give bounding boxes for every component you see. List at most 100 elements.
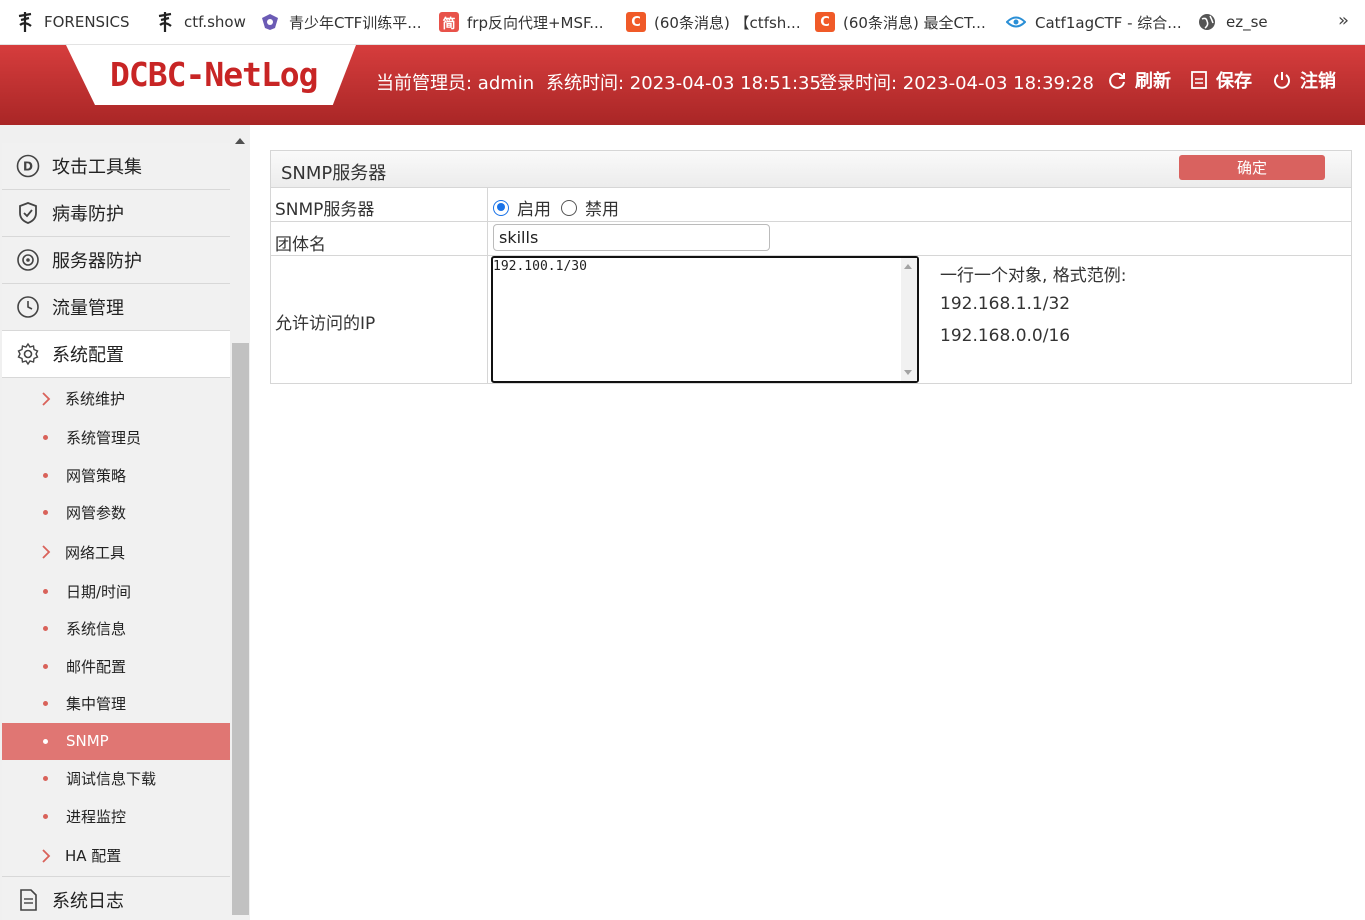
- bullet-icon: [43, 701, 48, 707]
- submenu-process-monitor[interactable]: 进程监控: [2, 798, 230, 836]
- chevron-right-icon: [42, 545, 51, 559]
- snmp-server-row: SNMP服务器 启用 禁用: [271, 188, 1351, 222]
- submenu-network-tools[interactable]: 网络工具: [2, 532, 230, 573]
- bookmarks-more-button[interactable]: »: [1338, 10, 1349, 31]
- snmp-radio-group: 启用 禁用: [493, 195, 619, 220]
- menu-antivirus[interactable]: 病毒防护: [2, 190, 230, 237]
- submenu-snmp[interactable]: SNMP: [2, 722, 230, 760]
- disable-radio[interactable]: 禁用: [561, 195, 619, 220]
- bookmark-ctfshow[interactable]: ctf.show: [154, 0, 259, 45]
- bookmark-qsnctf[interactable]: 青少年CTF训练平...: [259, 0, 439, 45]
- power-icon: [1274, 72, 1290, 89]
- bookmark-label: ctf.show: [184, 13, 246, 31]
- community-name-input[interactable]: [493, 224, 770, 251]
- d-circle-icon: D: [16, 154, 40, 178]
- bookmark-csdn-1[interactable]: C (60条消息) 【ctfsh...: [626, 0, 815, 45]
- bookmark-ez-se[interactable]: ez_se: [1196, 0, 1286, 45]
- bookmark-label: (60条消息) 最全CT...: [843, 13, 986, 32]
- submenu-system-info[interactable]: 系统信息: [2, 610, 230, 648]
- menu-system-config[interactable]: 系统配置: [2, 331, 230, 378]
- menu-server-protection[interactable]: 服务器防护: [2, 237, 230, 284]
- bullet-icon: [43, 813, 48, 819]
- logout-button[interactable]: 注销: [1272, 67, 1336, 93]
- submenu-label: 调试信息下载: [66, 770, 157, 789]
- allowed-ip-textarea[interactable]: 192.100.1/30: [493, 258, 901, 381]
- menu-system-log[interactable]: 系统日志: [2, 876, 230, 920]
- submenu-ha-config[interactable]: HA 配置: [2, 835, 230, 876]
- format-hint-example-1: 192.168.1.1/32: [940, 294, 1071, 314]
- bullet-icon: [43, 510, 48, 516]
- allowed-ip-field[interactable]: 192.100.1/30: [491, 256, 919, 383]
- submenu-label: SNMP: [66, 732, 109, 751]
- submenu-label: HA 配置: [65, 847, 122, 865]
- system-time: 系统时间: 2023-04-03 18:51:35: [546, 73, 821, 94]
- document-icon: [16, 888, 40, 912]
- refresh-button[interactable]: 刷新: [1107, 67, 1171, 93]
- bookmark-label: 青少年CTF训练平...: [289, 13, 422, 32]
- scroll-up-arrow-icon[interactable]: [235, 138, 245, 144]
- submenu-label: 网络工具: [65, 543, 126, 562]
- bullet-icon: [43, 663, 48, 669]
- sidebar-menu: D 攻击工具集 病毒防护 服务器防护 流量管理 系统配置 系统维护 系统管理员 …: [2, 143, 230, 920]
- snmp-panel: SNMP服务器 确定 SNMP服务器 启用 禁用 团体名 允许访问的IP 192…: [270, 150, 1352, 384]
- bookmark-frp[interactable]: 简 frp反向代理+MSF...: [439, 0, 626, 45]
- confirm-button[interactable]: 确定: [1179, 155, 1325, 180]
- bullet-icon: [43, 588, 48, 594]
- submenu-label: 网管策略: [66, 466, 127, 485]
- submenu-system-admins[interactable]: 系统管理员: [2, 419, 230, 457]
- clock-icon: [16, 295, 40, 319]
- radio-selected-icon: [493, 199, 509, 216]
- bookmark-label: ez_se: [1226, 13, 1268, 31]
- bullet-icon: [43, 626, 48, 632]
- target-icon: [16, 248, 40, 272]
- radio-unselected-icon: [561, 199, 577, 216]
- allowed-ip-row: 允许访问的IP 192.100.1/30 一行一个对象, 格式范例: 192.1…: [271, 256, 1351, 384]
- sidebar-scroll-thumb[interactable]: [232, 343, 249, 915]
- submenu-debug-download[interactable]: 调试信息下载: [2, 760, 230, 798]
- submenu-netmgmt-policy[interactable]: 网管策略: [2, 457, 230, 495]
- login-time: 登录时间: 2023-04-03 18:39:28: [819, 73, 1094, 94]
- menu-attack-tools[interactable]: D 攻击工具集: [2, 143, 230, 190]
- community-label: 团体名: [275, 235, 326, 255]
- bullet-icon: [43, 738, 48, 744]
- submenu-label: 进程监控: [66, 807, 127, 826]
- menu-traffic[interactable]: 流量管理: [2, 284, 230, 331]
- refresh-icon: [1109, 72, 1125, 89]
- snmp-server-label: SNMP服务器: [275, 200, 375, 220]
- menu-label: 服务器防护: [52, 251, 142, 272]
- menu-label: 流量管理: [52, 298, 124, 319]
- tree-glyph-icon: [154, 11, 176, 33]
- bookmark-label: Catf1agCTF - 综合...: [1035, 13, 1182, 32]
- eye-logo-icon: [1005, 11, 1027, 33]
- bookmark-label: (60条消息) 【ctfsh...: [654, 13, 801, 32]
- app-header: DCBC-NetLog 当前管理员: admin 系统时间: 2023-04-0…: [0, 45, 1365, 125]
- bookmark-label: frp反向代理+MSF...: [467, 13, 604, 32]
- save-button[interactable]: 保存: [1190, 67, 1252, 93]
- scroll-up-icon: [904, 264, 912, 269]
- tree-glyph-icon: [14, 11, 36, 33]
- submenu-central-mgmt[interactable]: 集中管理: [2, 685, 230, 723]
- allowed-ip-label: 允许访问的IP: [275, 314, 376, 334]
- submenu-label: 邮件配置: [66, 657, 127, 676]
- panel-header: SNMP服务器 确定: [271, 151, 1351, 188]
- submenu-netmgmt-params[interactable]: 网管参数: [2, 494, 230, 532]
- textarea-scrollbar[interactable]: [901, 258, 917, 381]
- submenu-date-time[interactable]: 日期/时间: [2, 573, 230, 611]
- panel-title: SNMP服务器: [281, 163, 387, 184]
- bookmarks-bar: FORENSICS ctf.show 青少年CTF训练平... 简 frp反向代…: [0, 0, 1365, 45]
- csdn-icon: C: [815, 12, 835, 32]
- app-logo: DCBC-NetLog: [110, 55, 319, 94]
- bookmark-catf1ag[interactable]: Catf1agCTF - 综合...: [1005, 0, 1196, 45]
- bullet-icon: [43, 776, 48, 782]
- submenu-label: 网管参数: [66, 504, 127, 523]
- enable-radio[interactable]: 启用: [493, 195, 551, 220]
- bookmark-forensics[interactable]: FORENSICS: [14, 0, 154, 45]
- scroll-down-icon: [904, 370, 912, 375]
- submenu-mail-config[interactable]: 邮件配置: [2, 648, 230, 686]
- sidebar: D 攻击工具集 病毒防护 服务器防护 流量管理 系统配置 系统维护 系统管理员 …: [0, 125, 250, 920]
- submenu-label: 日期/时间: [66, 582, 132, 601]
- refresh-label: 刷新: [1135, 71, 1171, 92]
- submenu-system-maintenance[interactable]: 系统维护: [2, 378, 230, 419]
- chevron-right-icon: [42, 848, 51, 863]
- bookmark-csdn-2[interactable]: C (60条消息) 最全CT...: [815, 0, 1005, 45]
